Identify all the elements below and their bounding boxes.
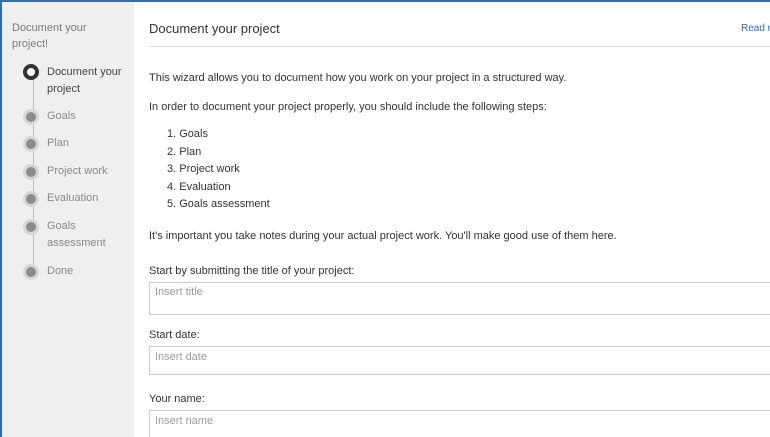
step-label: Project work <box>47 165 108 177</box>
list-item: 4. Evaluation <box>167 180 231 193</box>
step-label: Plan <box>47 137 70 149</box>
step-dot-icon <box>23 164 39 180</box>
notes-text: It's important you take notes during you… <box>149 230 617 242</box>
step-dot-icon <box>23 219 39 235</box>
intro-text: This wizard allows you to document how y… <box>149 72 567 84</box>
start-date-label: Start date: <box>149 329 200 341</box>
list-item: 3. Project work <box>167 163 240 175</box>
steps-intro-text: In order to document your project proper… <box>149 101 547 113</box>
wizard-sidebar: Document your project! Document your pro… <box>2 2 134 437</box>
step-label: Document your project <box>47 66 122 95</box>
step-goals-assessment[interactable]: Goals assessment <box>23 218 132 252</box>
step-done[interactable]: Done <box>23 263 132 280</box>
step-label: Goals assessment <box>47 220 106 249</box>
header-divider <box>149 46 770 47</box>
steps-list: 1. Goals 2. Plan 3. Project work 4. Eval… <box>167 126 270 214</box>
your-name-input[interactable] <box>149 410 770 437</box>
list-item: 5. Goals assessment <box>167 198 270 210</box>
page-title: Document your project <box>149 21 280 36</box>
wizard-window: Document your project! Document your pro… <box>0 0 770 437</box>
project-title-input[interactable] <box>149 282 770 315</box>
sidebar-title: Document your project! <box>12 22 87 50</box>
step-goals[interactable]: Goals <box>23 108 132 125</box>
step-label: Done <box>47 265 74 277</box>
title-field-label: Start by submitting the title of your pr… <box>149 265 355 277</box>
step-evaluation[interactable]: Evaluation <box>23 190 132 207</box>
step-label: Evaluation <box>47 192 99 204</box>
list-item: 1. Goals <box>167 128 208 140</box>
step-dot-icon <box>23 264 39 280</box>
step-plan[interactable]: Plan <box>23 135 132 152</box>
list-item: 2. Plan <box>167 145 202 158</box>
step-label: Goals <box>47 110 76 122</box>
start-date-input[interactable] <box>149 346 770 375</box>
read-more-link[interactable]: Read m <box>741 23 770 34</box>
step-dot-icon <box>23 109 39 125</box>
step-dot-icon <box>23 136 39 152</box>
step-dot-icon <box>23 191 39 207</box>
step-project-work[interactable]: Project work <box>23 163 132 180</box>
current-step-icon <box>23 64 39 80</box>
step-document-your-project[interactable]: Document your project <box>23 64 132 98</box>
your-name-label: Your name: <box>149 393 205 405</box>
